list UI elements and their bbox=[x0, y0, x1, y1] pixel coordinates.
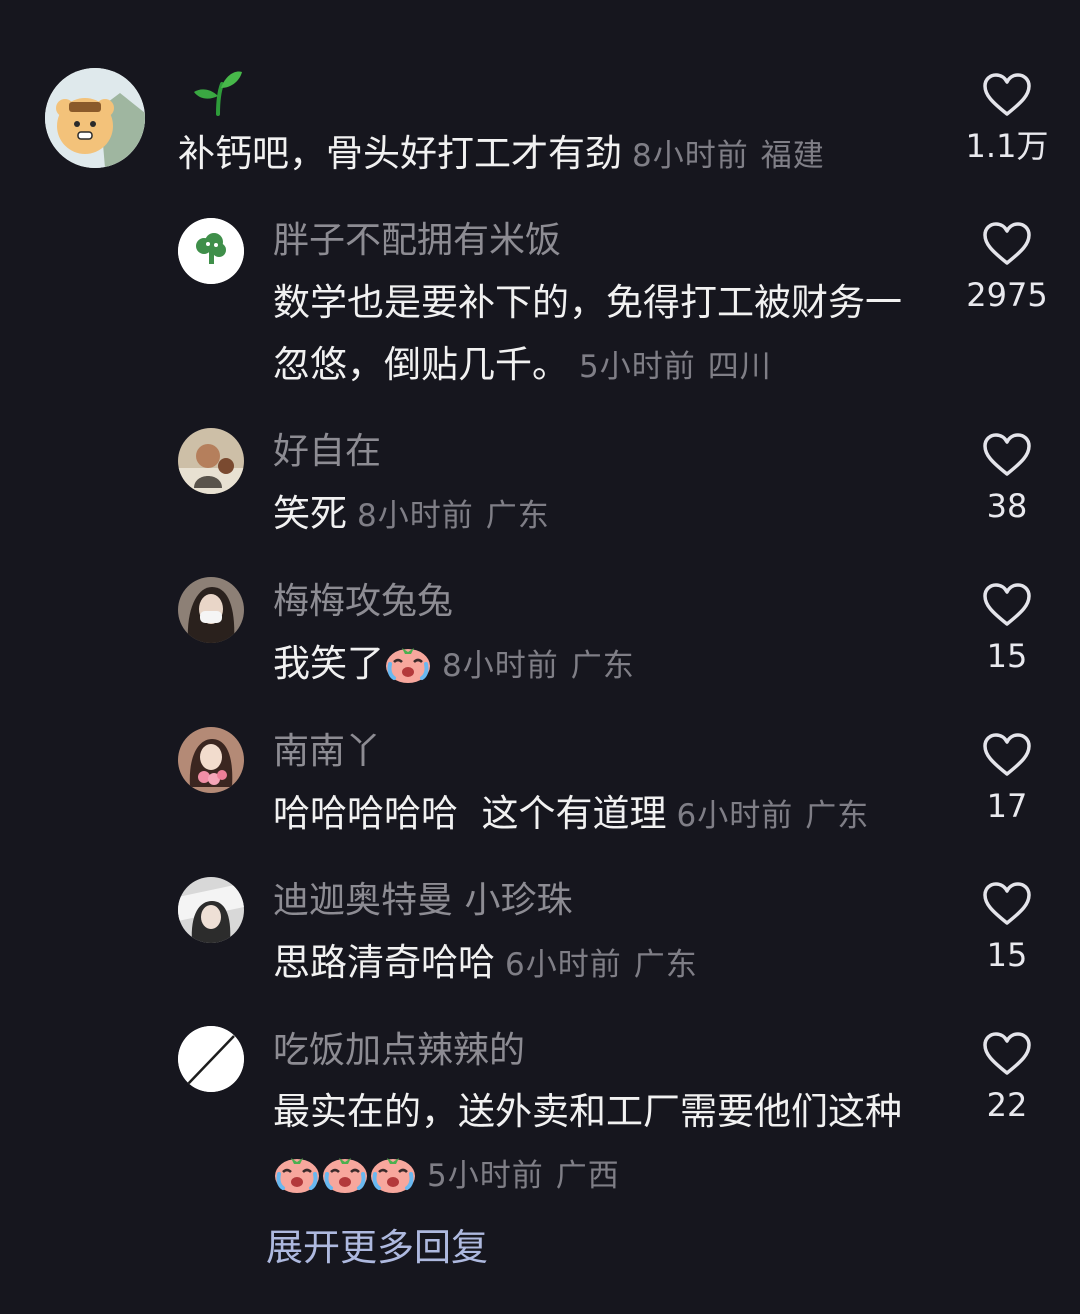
reply-meta: 5小时前 广西 bbox=[427, 1158, 620, 1194]
comment-time: 8小时前 bbox=[632, 138, 749, 174]
like-button[interactable]: 2975 bbox=[952, 221, 1062, 313]
reply-body: 笑死 bbox=[273, 492, 347, 535]
reply-text: 我笑了 8小时前 广东 bbox=[273, 633, 913, 697]
heart-icon bbox=[983, 1032, 1031, 1075]
reply-meta: 8小时前 广东 bbox=[442, 648, 635, 684]
like-count: 38 bbox=[986, 487, 1028, 525]
reply-time: 5小时前 bbox=[427, 1158, 544, 1194]
avatar[interactable] bbox=[45, 68, 145, 168]
reply-meta: 5小时前 四川 bbox=[579, 349, 772, 385]
heart-icon bbox=[983, 733, 1031, 776]
reply-meta: 6小时前 广东 bbox=[505, 947, 698, 983]
reply-time: 6小时前 bbox=[505, 947, 622, 983]
heart-icon bbox=[983, 73, 1031, 116]
avatar[interactable] bbox=[178, 727, 244, 793]
crying-face-emoji bbox=[273, 1150, 321, 1194]
like-button[interactable]: 22 bbox=[952, 1031, 1062, 1123]
like-count: 22 bbox=[986, 1086, 1028, 1124]
reply-meta: 6小时前 广东 bbox=[677, 798, 870, 834]
username[interactable]: 好自在 bbox=[273, 430, 381, 474]
reply-location: 广东 bbox=[805, 798, 870, 834]
reply-text: 哈哈哈哈哈 这个有道理 6小时前 广东 bbox=[273, 783, 933, 847]
reply-text: 笑死 8小时前 广东 bbox=[273, 483, 913, 547]
reply-text: 思路清奇哈哈 6小时前 广东 bbox=[273, 932, 913, 996]
reply-body: 我笑了 bbox=[273, 642, 384, 685]
like-button[interactable]: 15 bbox=[952, 881, 1062, 973]
reply-time: 6小时前 bbox=[676, 798, 794, 834]
username[interactable]: 胖子不配拥有米饭 bbox=[273, 219, 561, 263]
reply-location: 四川 bbox=[707, 349, 772, 385]
avatar[interactable] bbox=[178, 428, 244, 494]
comment-body: 补钙吧，骨头好打工才有劲 bbox=[178, 132, 622, 175]
comment-text: 补钙吧，骨头好打工才有劲 8小时前 福建 bbox=[178, 123, 938, 187]
reply-location: 广东 bbox=[485, 498, 550, 534]
like-button[interactable]: 1.1万 bbox=[952, 72, 1062, 164]
heart-icon bbox=[983, 433, 1031, 476]
avatar[interactable] bbox=[178, 877, 244, 943]
username[interactable]: 南南丫 bbox=[273, 730, 381, 774]
like-count: 2975 bbox=[966, 276, 1048, 314]
crying-face-emoji bbox=[369, 1150, 417, 1194]
comment-location: 福建 bbox=[760, 138, 825, 174]
like-count: 15 bbox=[986, 936, 1028, 974]
username[interactable]: 迪迦奥特曼 小珍珠 bbox=[273, 879, 572, 923]
comment-meta: 8小时前 福建 bbox=[632, 138, 825, 174]
reply-time: 8小时前 bbox=[442, 648, 559, 684]
avatar[interactable] bbox=[178, 577, 244, 643]
like-count: 17 bbox=[986, 787, 1028, 825]
expand-more-replies-link[interactable]: 展开更多回复 bbox=[266, 1224, 488, 1272]
reply-location: 广东 bbox=[570, 648, 635, 684]
reply-text: 最实在的，送外卖和工厂需要他们这种 5小时前 广西 bbox=[273, 1081, 913, 1207]
username[interactable]: 梅梅攻兔兔 bbox=[273, 580, 453, 624]
reply-body: 思路清奇哈哈 bbox=[273, 941, 495, 984]
reply-time: 5小时前 bbox=[579, 349, 696, 385]
crying-face-emoji bbox=[384, 640, 432, 684]
reply-meta: 8小时前 广东 bbox=[357, 498, 550, 534]
sprout-icon bbox=[192, 68, 244, 116]
reply-time: 8小时前 bbox=[357, 498, 474, 534]
heart-icon bbox=[983, 222, 1031, 265]
heart-icon bbox=[983, 583, 1031, 626]
comment-thread: 补钙吧，骨头好打工才有劲 8小时前 福建 1.1万 胖子不配拥有米饭 数学也是要补下… bbox=[0, 0, 1080, 1314]
avatar[interactable] bbox=[178, 218, 244, 284]
reply-location: 广东 bbox=[633, 947, 698, 983]
reply-body: 哈哈哈哈哈 这个有道理 bbox=[273, 792, 667, 835]
avatar[interactable] bbox=[178, 1026, 244, 1092]
like-count: 15 bbox=[986, 637, 1028, 675]
like-button[interactable]: 17 bbox=[952, 732, 1062, 824]
reply-body: 最实在的，送外卖和工厂需要他们这种 bbox=[273, 1090, 902, 1133]
like-count: 1.1万 bbox=[965, 127, 1049, 165]
crying-face-emoji bbox=[321, 1150, 369, 1194]
heart-icon bbox=[983, 882, 1031, 925]
like-button[interactable]: 38 bbox=[952, 432, 1062, 524]
username[interactable]: 吃饭加点辣辣的 bbox=[273, 1029, 525, 1073]
reply-location: 广西 bbox=[555, 1158, 620, 1194]
reply-text: 数学也是要补下的，免得打工被财务一忽悠，倒贴几千。 5小时前 四川 bbox=[273, 272, 913, 398]
like-button[interactable]: 15 bbox=[952, 582, 1062, 674]
